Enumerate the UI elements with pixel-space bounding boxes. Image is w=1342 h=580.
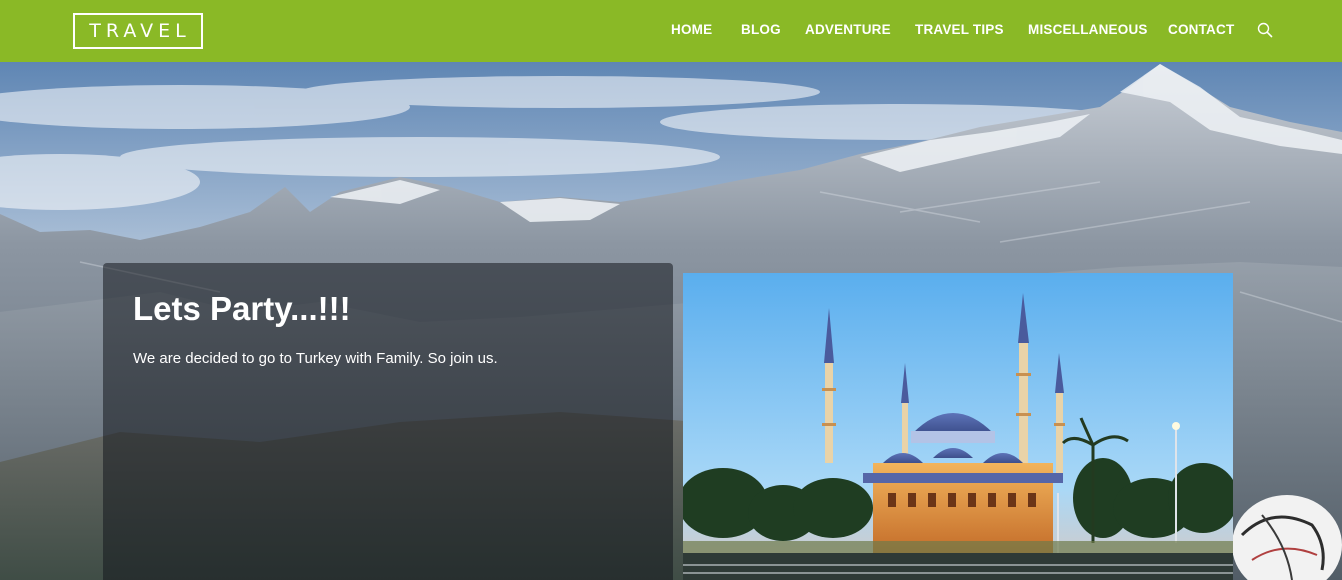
nav-travel-tips[interactable]: TRAVEL TIPS [915,22,1004,37]
search-icon[interactable] [1257,22,1273,38]
site-logo[interactable]: TRAVEL [73,13,203,49]
nav-contact[interactable]: CONTACT [1168,22,1234,37]
nav-miscellaneous[interactable]: MISCELLANEOUS [1028,22,1148,37]
post-title[interactable]: Lets Party...!!! [133,290,351,328]
post-featured-image[interactable] [683,273,1233,580]
nav-blog[interactable]: BLOG [741,22,781,37]
nav-adventure[interactable]: ADVENTURE [805,22,891,37]
decorative-ball-image [1232,495,1342,580]
post-card: Lets Party...!!! We are decided to go to… [103,263,673,580]
site-header: TRAVEL HOME BLOG ADVENTURE TRAVEL TIPS M… [0,0,1342,62]
post-excerpt: We are decided to go to Turkey with Fami… [133,350,498,367]
nav-home[interactable]: HOME [671,22,712,37]
